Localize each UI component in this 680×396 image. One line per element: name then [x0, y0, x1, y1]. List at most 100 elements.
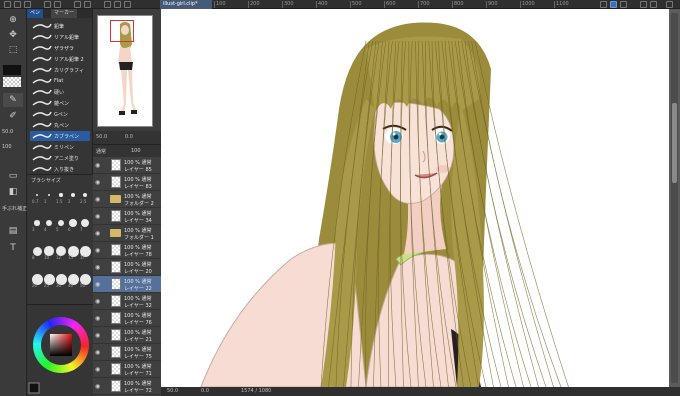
status-zoom[interactable]: 50.0	[167, 388, 178, 394]
color-wheel-panel	[27, 304, 93, 396]
layer-row[interactable]: ◉ 100 % 通常 レイヤー 85	[93, 157, 161, 174]
blend-mode-select[interactable]: 通常	[96, 148, 106, 155]
visibility-eye-icon[interactable]: ◉	[95, 383, 100, 390]
open-file-icon[interactable]	[14, 1, 21, 8]
transparent-color-swatch[interactable]	[3, 77, 21, 87]
layer-row[interactable]: ◉ 100 % 通常 レイヤー 71	[93, 361, 161, 378]
brush-item[interactable]: ミリペン	[30, 142, 90, 152]
brush-size-dot[interactable]	[59, 193, 63, 197]
brush-item[interactable]: 鉛筆	[30, 21, 90, 31]
zoom-tool-icon[interactable]: ⊕	[3, 13, 23, 27]
status-bar: 50.0 0.0 1574 / 1080	[161, 387, 680, 396]
transform-icon[interactable]	[74, 1, 81, 8]
vertical-scrollbar[interactable]	[671, 13, 678, 383]
menu-icon[interactable]	[666, 1, 673, 8]
brush-tool-icon[interactable]: ✐	[3, 109, 23, 123]
layer-row[interactable]: ◉ 100 % 通常 レイヤー 78	[93, 242, 161, 259]
tab-marker[interactable]: マーカー	[51, 9, 78, 18]
visibility-eye-icon[interactable]: ◉	[95, 162, 100, 169]
select-tool-icon[interactable]: ⬚	[3, 43, 23, 57]
fill-tool-icon[interactable]: ◧	[3, 185, 23, 199]
brush-item[interactable]: Gペン	[30, 109, 90, 119]
layer-opacity-value[interactable]: 100	[131, 148, 141, 154]
layer-row[interactable]: ◉ 100 % 通常 レイヤー 22	[93, 276, 161, 293]
visibility-eye-icon[interactable]: ◉	[95, 230, 100, 237]
save-icon[interactable]	[24, 1, 31, 8]
brush-size-dot[interactable]	[34, 220, 40, 226]
gradient-tool-icon[interactable]: ▤	[3, 224, 23, 238]
grid-icon[interactable]	[124, 1, 131, 8]
layer-row[interactable]: ◉ 100 % 通常 レイヤー 75	[93, 344, 161, 361]
navigator-zoom[interactable]: 50.0	[96, 134, 107, 140]
brush-item[interactable]: リアル鉛筆	[30, 32, 90, 42]
brush-size-dot[interactable]	[47, 193, 51, 197]
stabilizer-icon[interactable]	[610, 1, 617, 8]
vector-icon[interactable]	[620, 1, 627, 8]
color-wheel[interactable]	[27, 305, 93, 396]
brush-item[interactable]: 入り抜き	[30, 164, 90, 174]
brush-size-dot[interactable]	[69, 219, 77, 227]
ruler-tick	[418, 1, 419, 8]
visibility-eye-icon[interactable]: ◉	[95, 281, 100, 288]
visibility-eye-icon[interactable]: ◉	[95, 196, 100, 203]
eraser-tool-icon[interactable]: ▭	[3, 169, 23, 183]
brush-item[interactable]: カリグラフィ	[30, 65, 90, 75]
layer-row[interactable]: ◉ 100 % 通常 レイヤー 34	[93, 208, 161, 225]
navigator-thumbnail[interactable]	[97, 15, 153, 127]
ruler-label: 400	[318, 1, 328, 7]
visibility-eye-icon[interactable]: ◉	[95, 179, 100, 186]
layer-row[interactable]: ◉ 100 % 通常 レイヤー 83	[93, 174, 161, 191]
layer-row[interactable]: ◉ 100 % 通常 フォルダー 2	[93, 191, 161, 208]
visibility-eye-icon[interactable]: ◉	[95, 315, 100, 322]
document-tab[interactable]: illust-girl.clip*	[160, 0, 212, 9]
brush-item[interactable]: 丸ペン	[30, 120, 90, 130]
visibility-eye-icon[interactable]: ◉	[95, 298, 100, 305]
redo-icon[interactable]	[54, 1, 61, 8]
brush-label: 鉛筆	[54, 24, 65, 30]
move-tool-icon[interactable]: ✥	[3, 28, 23, 42]
clear-icon[interactable]	[84, 1, 91, 8]
scroll-thumb[interactable]	[672, 103, 677, 183]
layer-row[interactable]: ◉ 100 % 通常 レイヤー 76	[93, 310, 161, 327]
layer-row[interactable]: ◉ 100 % 通常 レイヤー 72	[93, 378, 161, 395]
brush-size-dot[interactable]	[36, 194, 38, 196]
brush-item[interactable]: Flat	[30, 76, 90, 86]
text-tool-icon[interactable]: T	[3, 241, 23, 255]
ruler-snap-icon[interactable]	[114, 1, 121, 8]
brush-item[interactable]: アニメ塗り	[30, 153, 90, 163]
visibility-eye-icon[interactable]: ◉	[95, 349, 100, 356]
brush-item[interactable]: 硬い	[30, 87, 90, 97]
visibility-eye-icon[interactable]: ◉	[95, 247, 100, 254]
navigator-view-frame[interactable]	[110, 20, 134, 42]
undo-icon[interactable]	[44, 1, 51, 8]
brush-item[interactable]: 雑ペン	[30, 98, 90, 108]
brush-size-dot[interactable]	[70, 192, 76, 198]
status-angle[interactable]: 0.0	[201, 388, 209, 394]
pen-mode-icon[interactable]	[600, 1, 607, 8]
tab-pen[interactable]: ペン	[27, 9, 44, 18]
brush-size-dot[interactable]	[82, 192, 88, 198]
brush-item[interactable]: カブラペン	[30, 131, 90, 141]
fill-icon[interactable]	[640, 1, 647, 8]
brush-item[interactable]: リアル鉛筆 2	[30, 54, 90, 64]
visibility-eye-icon[interactable]: ◉	[95, 366, 100, 373]
navigator-angle[interactable]: 0.0	[125, 134, 133, 140]
layer-row[interactable]: ◉ 100 % 通常 レイヤー 32	[93, 293, 161, 310]
eraser-mode-icon[interactable]	[650, 1, 657, 8]
visibility-eye-icon[interactable]: ◉	[95, 213, 100, 220]
layer-row[interactable]: ◉ 100 % 通常 レイヤー 21	[93, 327, 161, 344]
snap-icon[interactable]	[104, 1, 111, 8]
brush-size-dot[interactable]	[80, 218, 90, 228]
drawing-canvas[interactable]	[161, 9, 669, 387]
main-color-swatch[interactable]	[3, 65, 21, 75]
brush-size-dot[interactable]	[57, 219, 65, 227]
layer-row[interactable]: ◉ 100 % 通常 フォルダー 1	[93, 225, 161, 242]
visibility-eye-icon[interactable]: ◉	[95, 332, 100, 339]
layer-opacity-mode: 100 % 通常	[124, 279, 152, 285]
brush-item[interactable]: ザラザラ	[30, 43, 90, 53]
visibility-eye-icon[interactable]: ◉	[95, 264, 100, 271]
brush-size-dot[interactable]	[45, 219, 53, 227]
new-file-icon[interactable]	[4, 1, 11, 8]
pen-tool-icon[interactable]: ✎	[3, 93, 23, 107]
layer-row[interactable]: ◉ 100 % 通常 レイヤー 20	[93, 259, 161, 276]
